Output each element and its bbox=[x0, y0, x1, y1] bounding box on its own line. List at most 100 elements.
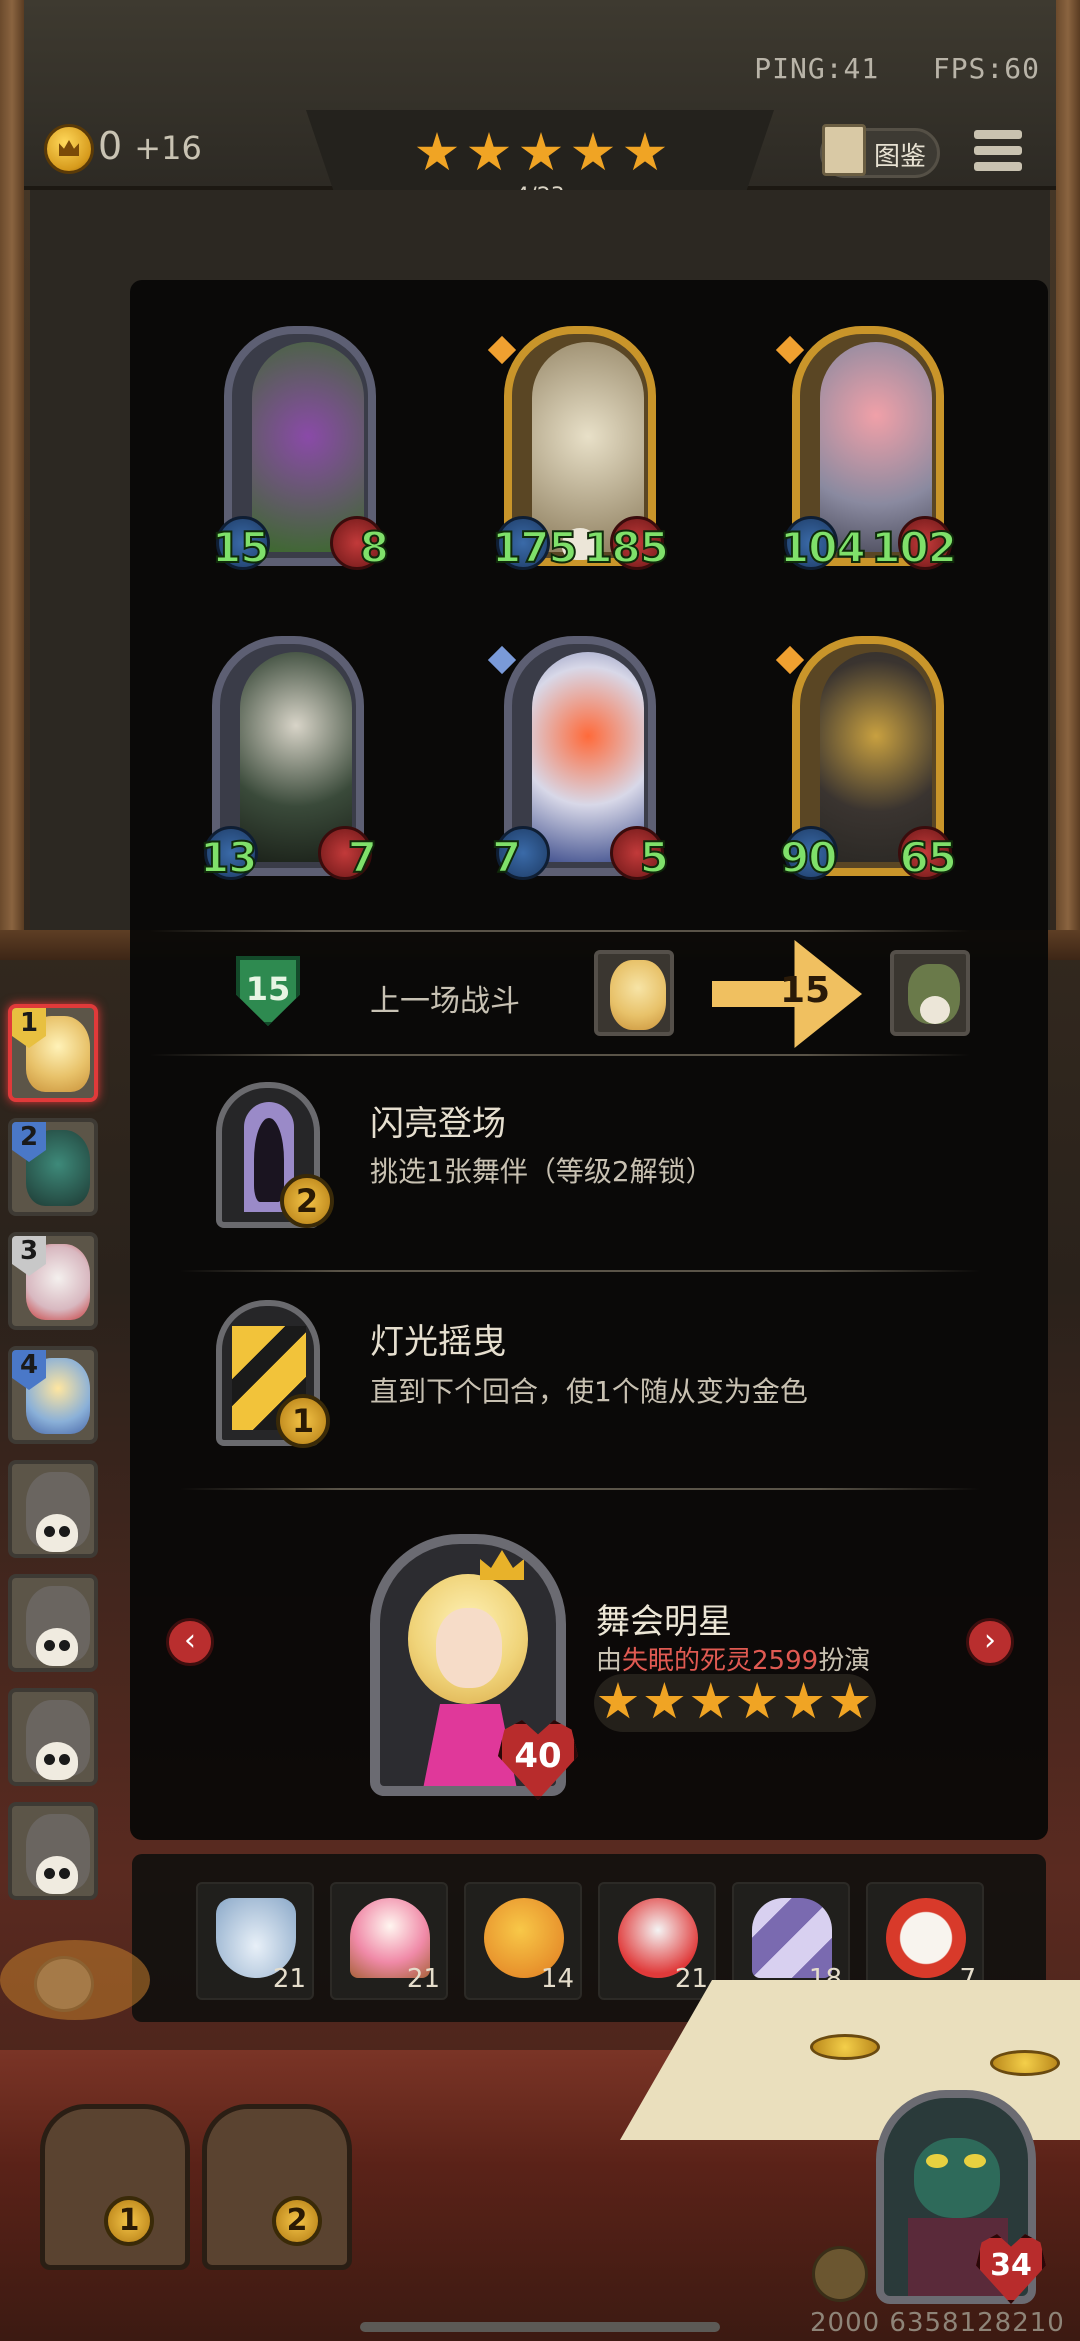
tier-star-icon bbox=[624, 132, 666, 171]
ability-title: 灯光摇曳 bbox=[370, 1322, 506, 1362]
gem-icon bbox=[775, 335, 805, 365]
item-slot[interactable]: 21 bbox=[330, 1882, 448, 2000]
player-health: 34 bbox=[990, 2248, 1032, 2283]
fps-readout: FPS:60 bbox=[932, 52, 1040, 85]
gold-amount: 0 bbox=[98, 124, 123, 168]
tier-star-icon bbox=[520, 132, 562, 171]
item-slot[interactable]: 14 bbox=[464, 1882, 582, 2000]
player-id: 2000 6358128210 bbox=[810, 2308, 1065, 2338]
book-icon bbox=[822, 124, 866, 176]
minion-attack: 104 bbox=[779, 522, 867, 573]
hero-health: 40 bbox=[514, 1736, 562, 1776]
minion-card[interactable]: 15 8 bbox=[211, 326, 390, 573]
hand-hero-slot[interactable] bbox=[8, 1688, 98, 1786]
bell-icon[interactable] bbox=[812, 2246, 868, 2302]
minion-attack: 15 bbox=[211, 522, 270, 573]
coin-pile-icon bbox=[990, 2050, 1060, 2076]
chest-counter: 1 bbox=[104, 2196, 154, 2246]
minion-health: 8 bbox=[359, 522, 390, 573]
minion-card[interactable]: 90 65 bbox=[775, 636, 958, 883]
minion-card[interactable]: 13 7 bbox=[199, 636, 378, 883]
minion-health: 102 bbox=[870, 522, 958, 573]
minion-attack: 7 bbox=[491, 832, 522, 883]
gold-income: +16 bbox=[134, 129, 202, 167]
hand-hero-slot[interactable] bbox=[8, 1802, 98, 1900]
prev-hero-button[interactable]: ‹ bbox=[166, 1618, 214, 1666]
encyclopedia-label: 图鉴 bbox=[874, 142, 927, 172]
item-count: 21 bbox=[674, 1964, 708, 1994]
skull-icon bbox=[36, 1514, 78, 1552]
item-count: 21 bbox=[406, 1964, 440, 1994]
treasure-chest[interactable] bbox=[40, 2104, 190, 2270]
divider bbox=[180, 1488, 980, 1490]
gem-icon bbox=[487, 645, 517, 675]
home-indicator[interactable] bbox=[360, 2322, 720, 2332]
opponent-hero-portrait bbox=[890, 950, 970, 1036]
hand-hero-slot[interactable] bbox=[8, 1574, 98, 1672]
gem-icon bbox=[487, 335, 517, 365]
skull-icon bbox=[36, 1628, 78, 1666]
divider bbox=[180, 1270, 980, 1272]
coin-pile-icon bbox=[810, 2034, 880, 2060]
tier-star-icon bbox=[572, 132, 614, 171]
hero-name: 舞会明星 bbox=[596, 1602, 732, 1642]
minion-health: 5 bbox=[639, 832, 670, 883]
minion-attack: 13 bbox=[199, 832, 258, 883]
coin-icon bbox=[44, 124, 94, 174]
plate-icon bbox=[0, 1940, 150, 2020]
hero-star-icon bbox=[830, 1682, 870, 1719]
tier-stars bbox=[416, 132, 666, 176]
divider bbox=[150, 1054, 970, 1056]
divider bbox=[150, 930, 970, 932]
minion-card[interactable]: 175 185 bbox=[487, 326, 670, 573]
gold-counter: 0 +16 bbox=[98, 124, 202, 168]
hand-hero-slot[interactable]: 4 bbox=[8, 1346, 98, 1444]
ability-description: 直到下个回合，使1个随从变为金色 bbox=[370, 1375, 808, 1408]
treasure-chest[interactable] bbox=[202, 2104, 352, 2270]
right-pillar bbox=[1056, 0, 1080, 960]
chest-counter: 2 bbox=[272, 2196, 322, 2246]
last-battle-label: 上一场战斗 bbox=[370, 984, 520, 1019]
network-status: PING:41 FPS:60 bbox=[754, 52, 1040, 85]
gem-icon bbox=[775, 645, 805, 675]
hero-credit: 由失眠的死灵2599扮演 bbox=[596, 1640, 870, 1677]
hand-hero-slot[interactable]: 2 bbox=[8, 1118, 98, 1216]
minion-card[interactable]: 75 bbox=[487, 636, 670, 883]
minion-attack: 90 bbox=[779, 832, 838, 883]
item-count: 21 bbox=[272, 1964, 306, 1994]
minion-health: 7 bbox=[347, 832, 378, 883]
credit-prefix: 由 bbox=[596, 1646, 623, 1676]
skull-icon bbox=[36, 1856, 78, 1894]
self-hero-portrait bbox=[594, 950, 674, 1036]
item-slot[interactable]: 21 bbox=[598, 1882, 716, 2000]
skull-icon bbox=[36, 1742, 78, 1780]
minion-health: 185 bbox=[582, 522, 670, 573]
hand-hero-slot[interactable] bbox=[8, 1460, 98, 1558]
ability-cost-badge: 1 bbox=[276, 1394, 330, 1448]
tier-star-icon bbox=[468, 132, 510, 171]
hero-star-icon bbox=[737, 1682, 777, 1719]
menu-icon[interactable] bbox=[974, 130, 1022, 176]
item-count: 14 bbox=[540, 1964, 574, 1994]
item-slot[interactable]: 21 bbox=[196, 1882, 314, 2000]
credit-player: 失眠的死灵2599 bbox=[622, 1646, 819, 1676]
hero-star-icon bbox=[784, 1682, 823, 1719]
hero-star-icon bbox=[645, 1682, 684, 1719]
last-battle-damage: 15 bbox=[779, 970, 831, 1011]
ability-cost-badge: 2 bbox=[280, 1174, 334, 1228]
hero-star-icon bbox=[691, 1682, 730, 1719]
ability-title: 闪亮登场 bbox=[370, 1104, 506, 1144]
next-hero-button[interactable]: › bbox=[966, 1618, 1014, 1666]
credit-suffix: 扮演 bbox=[818, 1646, 871, 1676]
minion-attack: 175 bbox=[491, 522, 579, 573]
tier-star-icon bbox=[416, 132, 458, 171]
hero-stars bbox=[598, 1682, 870, 1724]
ping-readout: PING:41 bbox=[754, 52, 880, 85]
hero-star-icon bbox=[598, 1682, 638, 1719]
ability-description: 挑选1张舞伴（等级2解锁） bbox=[370, 1155, 714, 1188]
minion-card[interactable]: 104 102 bbox=[775, 326, 958, 573]
left-pillar bbox=[0, 0, 24, 960]
hand-hero-slot[interactable]: 3 bbox=[8, 1232, 98, 1330]
hand-hero-slot[interactable]: 1 bbox=[8, 1004, 98, 1102]
last-battle-rank: 15 bbox=[245, 970, 291, 1008]
